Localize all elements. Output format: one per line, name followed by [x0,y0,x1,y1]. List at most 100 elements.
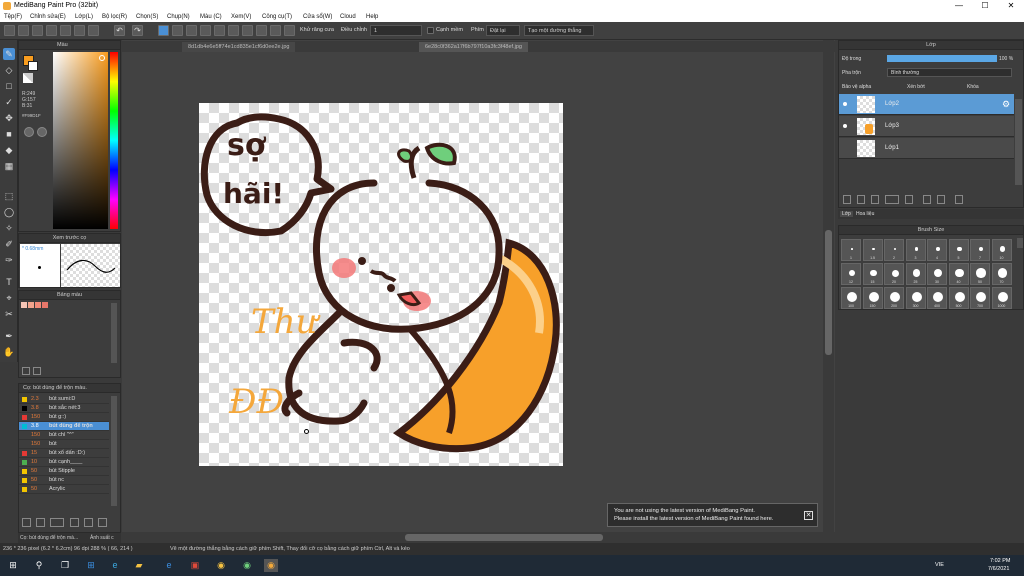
app-icon-green[interactable]: ◉ [240,559,254,572]
brush-list-item[interactable]: 150 bút [19,440,109,449]
eyedropper-tool-icon[interactable]: ✒ [3,330,15,342]
new-layer-icon[interactable] [843,195,851,204]
hue-slider[interactable] [110,52,118,229]
brush-size-option[interactable]: 400 [927,287,947,309]
menu-color[interactable]: Màu (C) [200,14,222,20]
menu-tools[interactable]: Công cụ(T) [262,14,292,20]
undo-icon[interactable]: ↶ [114,25,125,36]
brush-size-option[interactable]: 70 [991,263,1012,285]
new-file-icon[interactable] [4,25,15,36]
hex-value[interactable]: #F99D1F [22,113,41,118]
brush-list-item[interactable]: 3.8 bút dùng để trộn [19,422,109,431]
tab-history[interactable]: Hoa liệu [854,211,876,217]
menu-cloud[interactable]: Cloud [340,14,356,20]
palette-scrollbar[interactable] [111,303,117,363]
vertical-snap-icon[interactable] [186,25,197,36]
layer-settings-icon[interactable]: ⚙ [1002,99,1010,110]
brush-size-option[interactable]: 150 [862,287,883,309]
brush-list-item[interactable]: 150 bút chì "^" [19,431,109,440]
brush-list-item[interactable]: 10 bút cạnh____ [19,458,109,467]
brush-size-option[interactable]: 500 [948,287,969,309]
maximize-button[interactable]: ☐ [972,0,998,12]
keyboard-language[interactable]: VIE [935,562,944,568]
share-icon[interactable] [60,25,71,36]
brush-size-option[interactable]: 7 [970,239,990,261]
brush-folder-icon[interactable] [84,518,93,527]
brush-size-option[interactable]: 4 [927,239,947,261]
blend-mode-select[interactable]: Bình thường [887,68,1012,77]
tab-layer[interactable]: Lớp [840,211,853,217]
brush-size-option[interactable]: 40 [948,263,969,285]
layer-scrollbar[interactable] [1015,99,1022,185]
rectangle-tool-icon[interactable]: □ [3,80,15,92]
tab-image[interactable]: Ảnh suất c [90,535,114,541]
brush-size-option[interactable]: 12 [841,263,861,285]
layer-menu-icon[interactable] [885,195,899,204]
radial-snap-icon[interactable] [214,25,225,36]
brush-list-item[interactable]: 150 bút g::) [19,413,109,422]
reset-button[interactable]: Đặt lại [486,25,520,36]
grid-snap-icon[interactable] [172,25,183,36]
edge-icon[interactable]: e [108,559,122,572]
brush-cloud-icon[interactable] [36,518,45,527]
protect-alpha-checkbox[interactable]: Bảo vệ alpha [842,84,871,90]
brush-size-option[interactable]: 100 [841,287,861,309]
marquee-tool-icon[interactable]: ⬚ [3,190,15,202]
clock-time[interactable]: 7:02 PM [990,558,1010,564]
drawing-canvas[interactable]: sợ hãi! Thư ĐĐ [199,103,563,466]
palette-swatch[interactable] [42,302,48,308]
vertical-scroll-thumb[interactable] [825,230,832,355]
menu-help[interactable]: Help [366,14,378,20]
brush-size-option[interactable]: 1.5 [862,239,883,261]
palette-swatch[interactable] [35,302,41,308]
brush-size-option[interactable]: 700 [970,287,990,309]
tab-document-2[interactable]: 6e28c0f362a17f6b797f10a3fc3f48ef.jpg [419,42,528,52]
palette-add-icon[interactable] [22,367,30,375]
notice-close-icon[interactable]: ✕ [804,511,813,520]
windows-icon[interactable]: ⊞ [84,559,98,572]
brush-list-item[interactable]: 50 Acrylic [19,485,109,494]
open-file-icon[interactable] [18,25,29,36]
brush-size-option[interactable]: 2 [884,239,904,261]
task-view-icon[interactable]: ❐ [58,559,72,572]
brush-settings-icon[interactable] [70,518,79,527]
eraser-tool-icon[interactable]: ◇ [3,64,15,76]
menu-select[interactable]: Chọn(S) [136,14,158,20]
visibility-icon[interactable] [843,146,847,150]
menu-view[interactable]: Xem(V) [231,14,251,20]
brush-list-item[interactable]: 3.8 bút sắc nét:3 [19,404,109,413]
color-settings-icon[interactable] [37,127,47,137]
menu-edit[interactable]: Chỉnh sửa(E) [30,14,66,20]
brush-size-option[interactable]: 25 [905,263,926,285]
canvas-vertical-scrollbar[interactable] [823,40,834,532]
brush-list-item[interactable]: 2.3 bút sumi:D [19,395,109,404]
lasso-tool-icon[interactable]: ◯ [3,206,15,218]
brush-size-option[interactable]: 1000 [991,287,1012,309]
perspective-snap-icon[interactable] [200,25,211,36]
menu-file[interactable]: Tệp(F) [4,14,22,20]
menu-filter[interactable]: Bộ lọc(R) [102,14,127,20]
close-button[interactable]: ✕ [998,0,1024,12]
brush-size-option[interactable]: 1 [841,239,861,261]
brush-size-option[interactable]: 3 [905,239,926,261]
opacity-slider[interactable] [887,55,997,62]
brush-size-option[interactable]: 5 [948,239,969,261]
brush-size-option[interactable]: 20 [884,263,904,285]
divide-tool-icon[interactable]: ✂ [3,308,15,320]
redo-icon[interactable]: ↷ [132,25,143,36]
start-icon[interactable]: ⊞ [6,559,20,572]
brush-list-item[interactable]: 50 bút nc [19,476,109,485]
layer-row[interactable]: Lớp3 [839,116,1014,137]
palette-swatch[interactable] [21,302,27,308]
brush-tool-icon[interactable]: ✎ [3,48,15,60]
fill-shape-icon[interactable]: ■ [3,128,15,140]
palette-wheel-icon[interactable] [24,127,34,137]
brush-size-option[interactable]: 300 [905,287,926,309]
update-notice[interactable]: You are not using the latest version of … [607,503,818,527]
brush-size-option[interactable]: 10 [991,239,1012,261]
tab-brush[interactable]: Cọ: bút dùng để trộn mà... [20,535,78,541]
soft-edge-checkbox[interactable] [427,27,434,34]
select-tool-icon[interactable]: ✓ [3,96,15,108]
layer-row[interactable]: Lớp2 ⚙ [839,94,1014,115]
bucket-tool-icon[interactable]: ◆ [3,144,15,156]
